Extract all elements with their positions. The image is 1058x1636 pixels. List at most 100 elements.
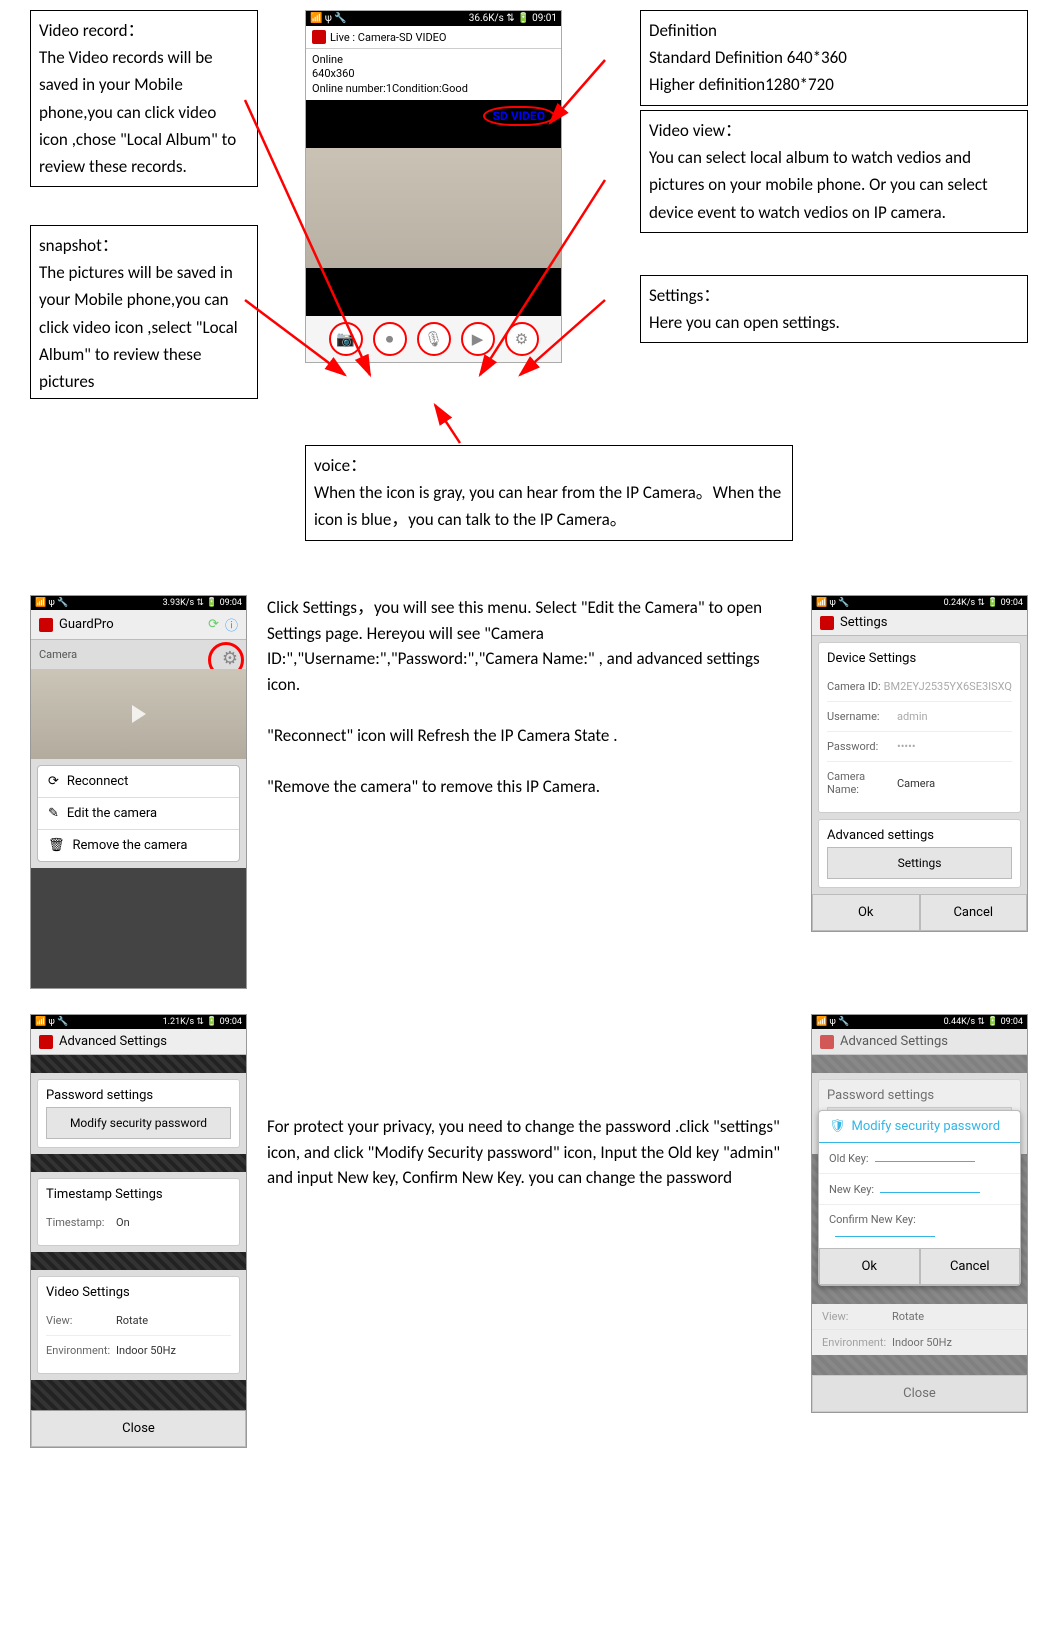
callout-video-record: Video record： The Video records will be …	[30, 10, 258, 187]
close-button: Close	[812, 1375, 1027, 1412]
pwd-title: Password settings	[827, 1088, 1012, 1103]
status-right: 0.44K/s ⇅ 🔋 09:04	[944, 1017, 1023, 1027]
status-left: 📶 ψ 🔧	[816, 598, 849, 608]
status-left: 📶 ψ 🔧	[310, 13, 347, 24]
advanced-settings-phone: 📶 ψ 🔧1.21K/s ⇅ 🔋 09:04 Advanced Settings…	[30, 1014, 247, 1448]
menu-edit[interactable]: ✎ Edit the camera	[38, 798, 239, 830]
app-title: Settings	[840, 615, 887, 630]
pwd-title: Password settings	[46, 1088, 231, 1103]
record-icon[interactable]: ⏺	[373, 322, 407, 356]
ts-title: Timestamp Settings	[46, 1187, 231, 1202]
refresh-icon[interactable]: ⟳	[208, 617, 219, 632]
callout-settings: Settings： Here you can open settings.	[640, 275, 1028, 343]
menu-remove[interactable]: 🗑Remove the camera	[38, 830, 239, 861]
value[interactable]: Rotate	[116, 1314, 148, 1327]
app-logo-icon	[820, 1035, 834, 1049]
divider	[31, 1154, 246, 1172]
value[interactable]: Indoor 50Hz	[116, 1344, 176, 1357]
app-logo-icon	[820, 616, 834, 630]
context-menu: ⟳ Reconnect ✎ Edit the camera 🗑Remove the …	[37, 765, 240, 862]
modify-password-button[interactable]: Modify security password	[46, 1107, 231, 1139]
info-res: 640x360	[312, 67, 555, 81]
status-right: 36.6K/s ⇅ 🔋 09:01	[469, 13, 557, 24]
row-new-key: New Key:	[819, 1174, 1020, 1205]
info-icon[interactable]: ⓘ	[225, 615, 238, 634]
empty-area	[31, 868, 246, 988]
ok-button[interactable]: Ok	[819, 1248, 920, 1285]
camera-feed	[306, 148, 561, 268]
status-right: 3.93K/s ⇅ 🔋 09:04	[163, 598, 242, 608]
sd-video-label[interactable]: SD VIDEO	[483, 106, 555, 126]
snapshot-icon[interactable]: 📷	[329, 322, 363, 356]
row-password: Password:•••••	[827, 732, 1012, 762]
shield-icon: 🛡	[829, 1119, 846, 1134]
status-left: 📶 ψ 🔧	[816, 1017, 849, 1027]
info-online: Online	[312, 53, 555, 67]
label: Environment:	[822, 1336, 892, 1349]
live-info: Online 640x360 Online number:1Condition:…	[306, 49, 561, 100]
app-bar: Live : Camera-SD VIDEO	[306, 26, 561, 49]
video-view-icon[interactable]: ▶	[461, 322, 495, 356]
value[interactable]: On	[116, 1216, 130, 1229]
ok-button[interactable]: Ok	[812, 894, 920, 931]
menu-label: Remove the camera	[73, 838, 188, 853]
menu-reconnect[interactable]: ⟳ Reconnect	[38, 766, 239, 798]
screen-title: Live : Camera-SD VIDEO	[330, 31, 446, 44]
divider	[31, 1380, 246, 1410]
camera-header: Camera ⚙	[31, 640, 246, 669]
live-phone: 📶 ψ 🔧 36.6K/s ⇅ 🔋 09:01 Live : Camera-SD…	[305, 10, 562, 363]
new-key-input[interactable]	[880, 1182, 980, 1193]
divider	[812, 1355, 1027, 1375]
section-title: Device Settings	[827, 651, 1012, 666]
label: Old Key:	[829, 1152, 869, 1165]
info-cond: Online number:1Condition:Good	[312, 82, 555, 96]
value[interactable]: BM2EYJ2535YX6SE3ISXQ	[884, 680, 1012, 693]
callout-voice: voice： When the icon is gray, you can he…	[305, 445, 793, 541]
confirm-key-input[interactable]	[835, 1226, 935, 1237]
menu-label: Edit the camera	[67, 806, 157, 821]
value[interactable]: •••••	[897, 740, 1012, 753]
app-title: Advanced Settings	[59, 1034, 167, 1049]
status-right: 0.24K/s ⇅ 🔋 09:04	[944, 598, 1023, 608]
label: Confirm New Key:	[829, 1213, 916, 1226]
value[interactable]: Camera	[897, 777, 1012, 790]
row-camera-id: Camera ID:BM2EYJ2535YX6SE3ISXQ	[827, 672, 1012, 702]
label: Camera ID:	[827, 680, 884, 693]
status-left: 📶 ψ 🔧	[35, 598, 68, 608]
camera-thumb[interactable]	[31, 669, 246, 759]
modify-password-dialog: 🛡Modify security password Old Key: New K…	[818, 1110, 1021, 1286]
menu-label: Reconnect	[67, 774, 128, 789]
vid-title: Video Settings	[46, 1285, 231, 1300]
app-logo-icon	[39, 618, 53, 632]
divider	[31, 1055, 246, 1073]
label: Camera Name:	[827, 770, 897, 796]
adv-title: Advanced settings	[827, 828, 1012, 843]
settings-icon[interactable]: ⚙	[505, 322, 539, 356]
settings-button[interactable]: Settings	[827, 847, 1012, 879]
label: Timestamp:	[46, 1216, 116, 1229]
menu-phone: 📶 ψ 🔧 3.93K/s ⇅ 🔋 09:04 GuardPro ⟳ ⓘ Camera…	[30, 595, 247, 989]
old-key-input[interactable]	[875, 1151, 975, 1162]
paragraph-password: For protect your privacy, you need to ch…	[267, 1014, 791, 1191]
cancel-button[interactable]: Cancel	[920, 1248, 1021, 1285]
value[interactable]: admin	[897, 710, 1012, 723]
label: Username:	[827, 710, 897, 723]
password-dialog-phone: 📶 ψ 🔧0.44K/s ⇅ 🔋 09:04 Advanced Settings…	[811, 1014, 1028, 1413]
close-button[interactable]: Close	[31, 1410, 246, 1447]
diagram-row-1: Video record： The Video records will be …	[30, 10, 1028, 570]
label: Environment:	[46, 1344, 116, 1357]
mic-icon[interactable]: 🎙	[417, 322, 451, 356]
pencil-icon: ✎	[48, 806, 59, 821]
callout-snapshot: snapshot： The pictures will be saved in …	[30, 225, 258, 399]
video-top-black: SD VIDEO	[306, 100, 561, 148]
value: Rotate	[892, 1310, 924, 1323]
app-title: GuardPro	[59, 617, 114, 632]
app-logo-icon	[312, 30, 326, 44]
status-right: 1.21K/s ⇅ 🔋 09:04	[163, 1017, 242, 1027]
callout-definition: Definition Standard Definition 640*360 H…	[640, 10, 1028, 106]
label: View:	[46, 1314, 116, 1327]
divider	[812, 1055, 1027, 1073]
refresh-icon: ⟳	[48, 774, 59, 789]
cancel-button[interactable]: Cancel	[920, 894, 1028, 931]
status-bar: 📶 ψ 🔧 36.6K/s ⇅ 🔋 09:01	[306, 11, 561, 26]
